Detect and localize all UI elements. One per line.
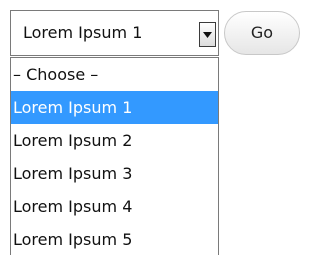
- screen: Lorem Ipsum 1 Go – Choose – Lorem Ipsum …: [0, 0, 304, 255]
- select-dropdown[interactable]: Lorem Ipsum 1: [10, 10, 219, 56]
- go-button[interactable]: Go: [224, 11, 300, 55]
- dropdown-option-lorem-ipsum-4[interactable]: Lorem Ipsum 4: [11, 190, 218, 223]
- dropdown-option-lorem-ipsum-5[interactable]: Lorem Ipsum 5: [11, 223, 218, 255]
- triangle-down-icon: [203, 32, 212, 38]
- dropdown-option-choose[interactable]: – Choose –: [11, 58, 218, 91]
- dropdown-option-lorem-ipsum-3[interactable]: Lorem Ipsum 3: [11, 157, 218, 190]
- dropdown-option-lorem-ipsum-2[interactable]: Lorem Ipsum 2: [11, 124, 218, 157]
- dropdown-option-lorem-ipsum-1[interactable]: Lorem Ipsum 1: [11, 91, 218, 124]
- select-current-value: Lorem Ipsum 1: [23, 23, 143, 42]
- dropdown-arrow-button[interactable]: [199, 22, 216, 47]
- dropdown-list: – Choose – Lorem Ipsum 1 Lorem Ipsum 2 L…: [10, 57, 219, 255]
